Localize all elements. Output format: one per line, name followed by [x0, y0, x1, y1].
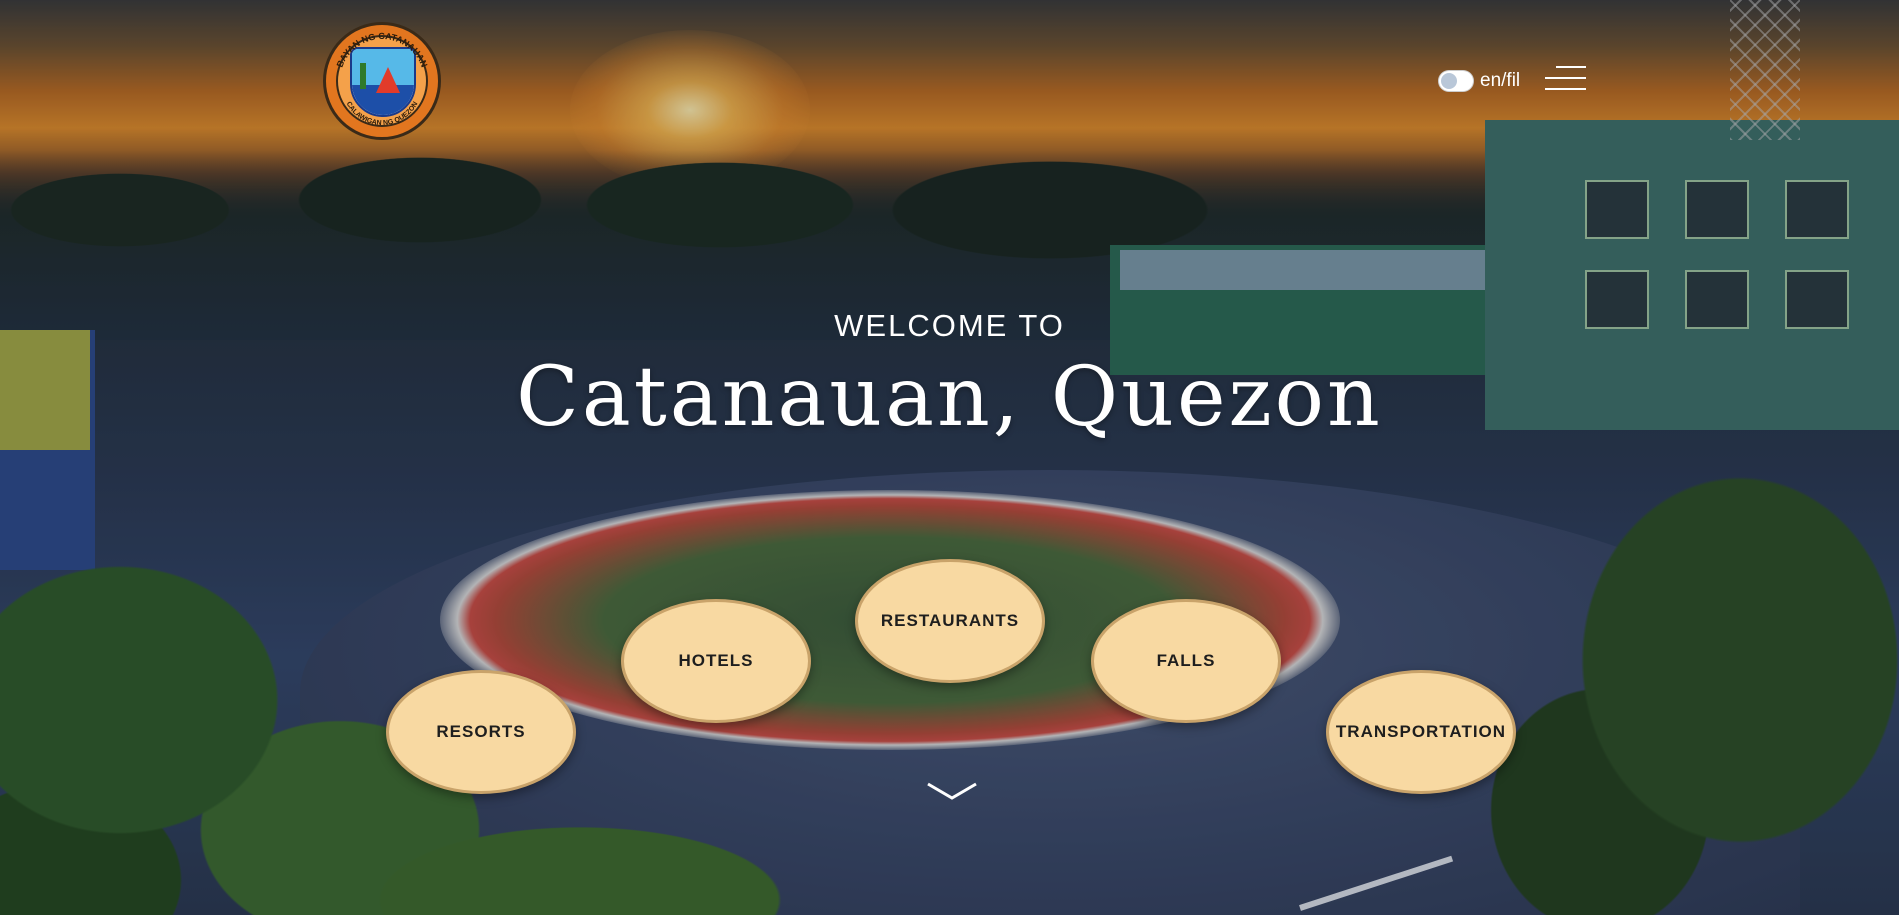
menu-line — [1556, 66, 1586, 68]
menu-line — [1545, 88, 1586, 90]
menu-line — [1545, 77, 1586, 79]
category-button-falls[interactable]: FALLS — [1091, 599, 1281, 723]
welcome-text: WELCOME TO — [834, 308, 1065, 343]
category-button-restaurants[interactable]: RESTAURANTS — [855, 559, 1045, 683]
page-title: Catanauan, Quezon — [516, 350, 1383, 445]
hamburger-menu-icon[interactable] — [1545, 66, 1586, 90]
language-switch[interactable]: en/fil — [1438, 70, 1520, 92]
svg-text:BAYAN NG CATANAUAN: BAYAN NG CATANAUAN — [335, 31, 430, 69]
category-button-transportation[interactable]: TRANSPORTATION — [1326, 670, 1516, 794]
svg-text:CALAWIGAN NG QUEZON: CALAWIGAN NG QUEZON — [345, 101, 420, 127]
language-toggle[interactable] — [1438, 70, 1474, 92]
chevron-down-icon[interactable] — [926, 780, 978, 802]
category-button-hotels[interactable]: HOTELS — [621, 599, 811, 723]
hero-section: BAYAN NG CATANAUAN CALAWIGAN NG QUEZON e… — [0, 0, 1899, 915]
toggle-knob — [1441, 73, 1457, 89]
category-button-resorts[interactable]: RESORTS — [386, 670, 576, 794]
municipal-seal-logo[interactable]: BAYAN NG CATANAUAN CALAWIGAN NG QUEZON — [323, 22, 441, 140]
language-toggle-label: en/fil — [1480, 70, 1521, 91]
seal-lettering: BAYAN NG CATANAUAN CALAWIGAN NG QUEZON — [335, 31, 430, 127]
hero-overlay — [0, 0, 1899, 915]
